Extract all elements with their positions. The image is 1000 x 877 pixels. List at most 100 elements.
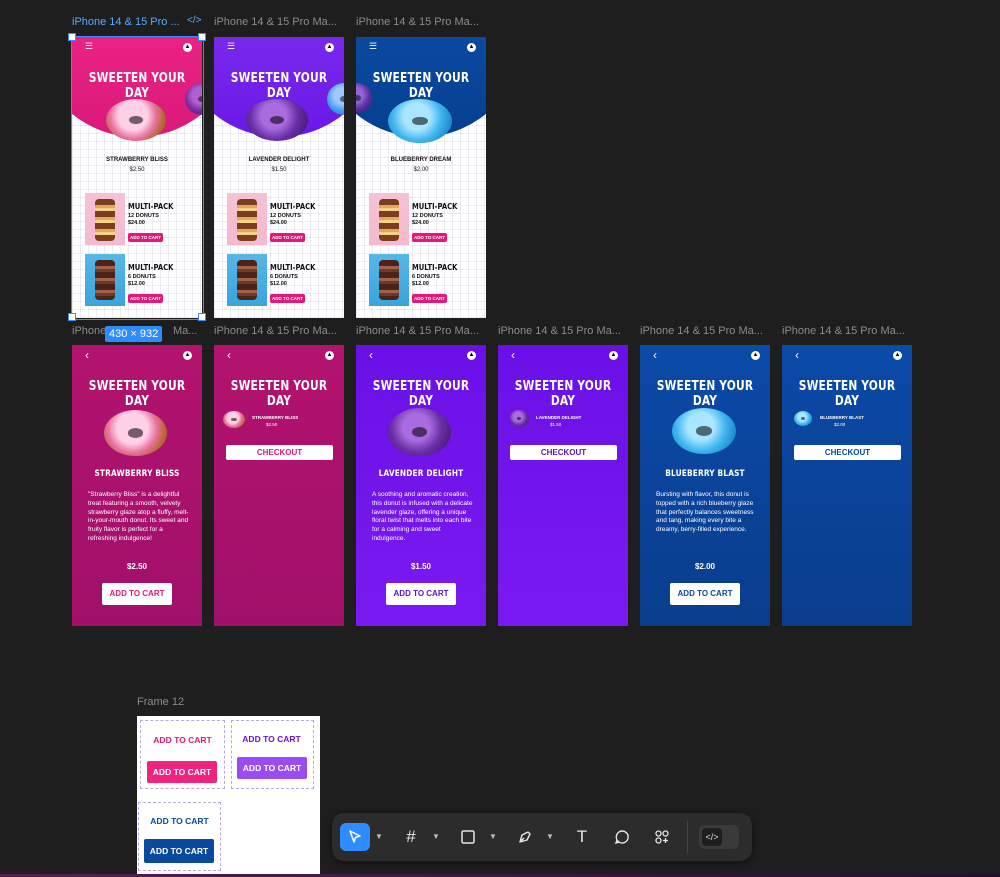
pack-price: $12.00 (412, 281, 429, 287)
cart-icon[interactable]: ▲ (325, 43, 334, 52)
menu-icon[interactable]: ☰ (85, 42, 93, 51)
back-arrow-icon[interactable]: ‹ (85, 349, 89, 361)
detail-screen-lavender[interactable]: ‹ ▲ SWEETEN YOUR DAY LAVENDER DELIGHT A … (356, 345, 486, 626)
cart-icon[interactable]: ▲ (183, 43, 192, 52)
cart-icon[interactable]: ▲ (893, 351, 902, 360)
pack-title: MULTI-PACK (128, 263, 174, 272)
add-to-cart-button[interactable]: ADD TO CART (270, 294, 305, 303)
bottom-toolbar: ▼ # ▼ ▼ ▼ T </> (332, 813, 752, 861)
resize-handle[interactable] (198, 33, 206, 41)
checkout-button[interactable]: CHECKOUT (510, 445, 617, 460)
home-screen-strawberry[interactable]: ☰ ▲ SWEETEN YOUR DAY STRAWBERRY BLISS $2… (72, 37, 202, 318)
pack-card[interactable]: MULTI-PACK 6 DONUTS $12.00 ADD TO CART (85, 254, 195, 306)
detail-screen-blueberry[interactable]: ‹ ▲ SWEETEN YOUR DAY BLUEBERRY BLAST Bur… (640, 345, 770, 626)
donut-image (223, 411, 245, 428)
add-to-cart-button[interactable]: ADD TO CART (670, 583, 740, 605)
back-arrow-icon[interactable]: ‹ (511, 349, 515, 361)
frame-tool-icon[interactable]: # (396, 823, 426, 851)
move-tool-icon[interactable] (340, 823, 370, 851)
add-to-cart-variant[interactable]: ADD TO CART (149, 735, 216, 745)
pack-card[interactable]: MULTI-PACK 12 DONUTS $24.00 ADD TO CART (369, 193, 479, 245)
add-to-cart-variant[interactable]: ADD TO CART (147, 761, 217, 783)
text-tool-icon[interactable]: T (567, 823, 597, 851)
add-to-cart-button[interactable]: ADD TO CART (412, 233, 447, 242)
add-to-cart-button[interactable]: ADD TO CART (386, 583, 456, 605)
frame-label[interactable]: iPhone 14 & 15 Pro Ma... (214, 16, 344, 29)
home-screen-blueberry[interactable]: ☰ ▲ SWEETEN YOUR DAY BLUEBERRY DREAM $2.… (356, 37, 486, 318)
frame-label[interactable]: iPhone 14 & 15 Pro Ma... (498, 325, 628, 338)
cart-item-name: STRAWBERRY BLISS (252, 415, 299, 420)
frame-label[interactable]: iPhone 14 & 15 Pro Ma... (640, 325, 770, 338)
back-arrow-icon[interactable]: ‹ (795, 349, 799, 361)
product-price: $2.00 (413, 167, 429, 173)
resize-handle[interactable] (198, 313, 206, 321)
frame-label[interactable]: iPhone 14 & 15 Pro Ma... (214, 325, 344, 338)
chevron-down-icon[interactable]: ▼ (432, 832, 440, 841)
code-icon[interactable]: </> (187, 15, 201, 26)
add-to-cart-button[interactable]: ADD TO CART (270, 233, 305, 242)
cart-item-price: $2.00 (834, 422, 846, 427)
add-to-cart-variant[interactable]: ADD TO CART (144, 839, 214, 863)
back-arrow-icon[interactable]: ‹ (227, 349, 231, 361)
add-to-cart-variant[interactable]: ADD TO CART (238, 734, 305, 744)
frame-label[interactable]: iPhone 14 & 15 Pro Ma... (356, 16, 486, 29)
button-variants-frame[interactable]: ADD TO CART ADD TO CART ADD TO CART ADD … (137, 716, 320, 877)
pack-title: MULTI-PACK (270, 202, 316, 211)
pen-tool-icon[interactable] (510, 823, 540, 851)
add-to-cart-button[interactable]: ADD TO CART (128, 233, 163, 242)
dev-mode-toggle[interactable]: </> (699, 825, 739, 849)
product-price: $1.50 (271, 167, 287, 173)
menu-icon[interactable]: ☰ (369, 42, 377, 51)
menu-icon[interactable]: ☰ (227, 42, 235, 51)
product-price: $2.50 (126, 562, 148, 571)
variant-group-pink: ADD TO CART ADD TO CART (140, 720, 225, 789)
frame-label[interactable]: iPhone 14 & 15 Pro Ma... (782, 325, 912, 338)
chevron-down-icon[interactable]: ▼ (546, 832, 554, 841)
rectangle-tool-icon[interactable] (453, 823, 483, 851)
detail-screen-strawberry[interactable]: ‹ ▲ SWEETEN YOUR DAY STRAWBERRY BLISS "S… (72, 345, 202, 626)
donut-stack-image (227, 254, 267, 306)
app-title: SWEETEN YOUR DAY (798, 379, 896, 409)
app-title: SWEETEN YOUR DAY (230, 379, 328, 409)
add-to-cart-button[interactable]: ADD TO CART (412, 294, 447, 303)
home-screen-lavender[interactable]: ☰ ▲ SWEETEN YOUR DAY LAVENDER DELIGHT $1… (214, 37, 344, 318)
cart-icon[interactable]: ▲ (325, 351, 334, 360)
pack-card[interactable]: MULTI-PACK 6 DONUTS $12.00 ADD TO CART (227, 254, 337, 306)
product-price: $2.00 (694, 562, 716, 571)
pack-card[interactable]: MULTI-PACK 12 DONUTS $24.00 ADD TO CART (227, 193, 337, 245)
cart-icon[interactable]: ▲ (751, 351, 760, 360)
add-to-cart-button[interactable]: ADD TO CART (102, 583, 172, 605)
pack-card[interactable]: MULTI-PACK 12 DONUTS $24.00 ADD TO CART (85, 193, 195, 245)
cart-screen-blueberry[interactable]: ‹ ▲ SWEETEN YOUR DAY BLUEBERRY BLAST $2.… (782, 345, 912, 626)
add-to-cart-variant[interactable]: ADD TO CART (146, 816, 213, 826)
resize-handle[interactable] (68, 313, 76, 321)
comment-tool-icon[interactable] (607, 823, 637, 851)
frame-label[interactable]: iPhone (72, 325, 105, 338)
donut-image (104, 410, 167, 456)
resize-handle[interactable] (68, 33, 76, 41)
add-to-cart-variant[interactable]: ADD TO CART (237, 757, 307, 779)
cart-icon[interactable]: ▲ (467, 43, 476, 52)
cart-screen-strawberry[interactable]: ‹ ▲ SWEETEN YOUR DAY STRAWBERRY BLISS $2… (214, 345, 344, 626)
frame-label[interactable]: Frame 12 (137, 696, 267, 709)
chevron-down-icon[interactable]: ▼ (489, 832, 497, 841)
cart-screen-lavender[interactable]: ‹ ▲ SWEETEN YOUR DAY LAVENDER DELIGHT $1… (498, 345, 628, 626)
checkout-button[interactable]: CHECKOUT (226, 445, 333, 460)
actions-tool-icon[interactable] (647, 823, 677, 851)
frame-label[interactable]: iPhone 14 & 15 Pro ... (72, 16, 184, 29)
cart-icon[interactable]: ▲ (609, 351, 618, 360)
variant-group-lavender: ADD TO CART ADD TO CART (231, 720, 314, 789)
frame-label[interactable]: Ma... (173, 325, 203, 338)
frame-label[interactable]: iPhone 14 & 15 Pro Ma... (356, 325, 486, 338)
product-description: Bursting with flavor, this donut is topp… (656, 491, 754, 534)
code-icon: </> (702, 828, 722, 846)
chevron-down-icon[interactable]: ▼ (375, 832, 383, 841)
back-arrow-icon[interactable]: ‹ (653, 349, 657, 361)
cart-icon[interactable]: ▲ (467, 351, 476, 360)
add-to-cart-button[interactable]: ADD TO CART (128, 294, 163, 303)
checkout-button[interactable]: CHECKOUT (794, 445, 901, 460)
pack-card[interactable]: MULTI-PACK 6 DONUTS $12.00 ADD TO CART (369, 254, 479, 306)
pack-title: MULTI-PACK (128, 202, 174, 211)
cart-icon[interactable]: ▲ (183, 351, 192, 360)
back-arrow-icon[interactable]: ‹ (369, 349, 373, 361)
